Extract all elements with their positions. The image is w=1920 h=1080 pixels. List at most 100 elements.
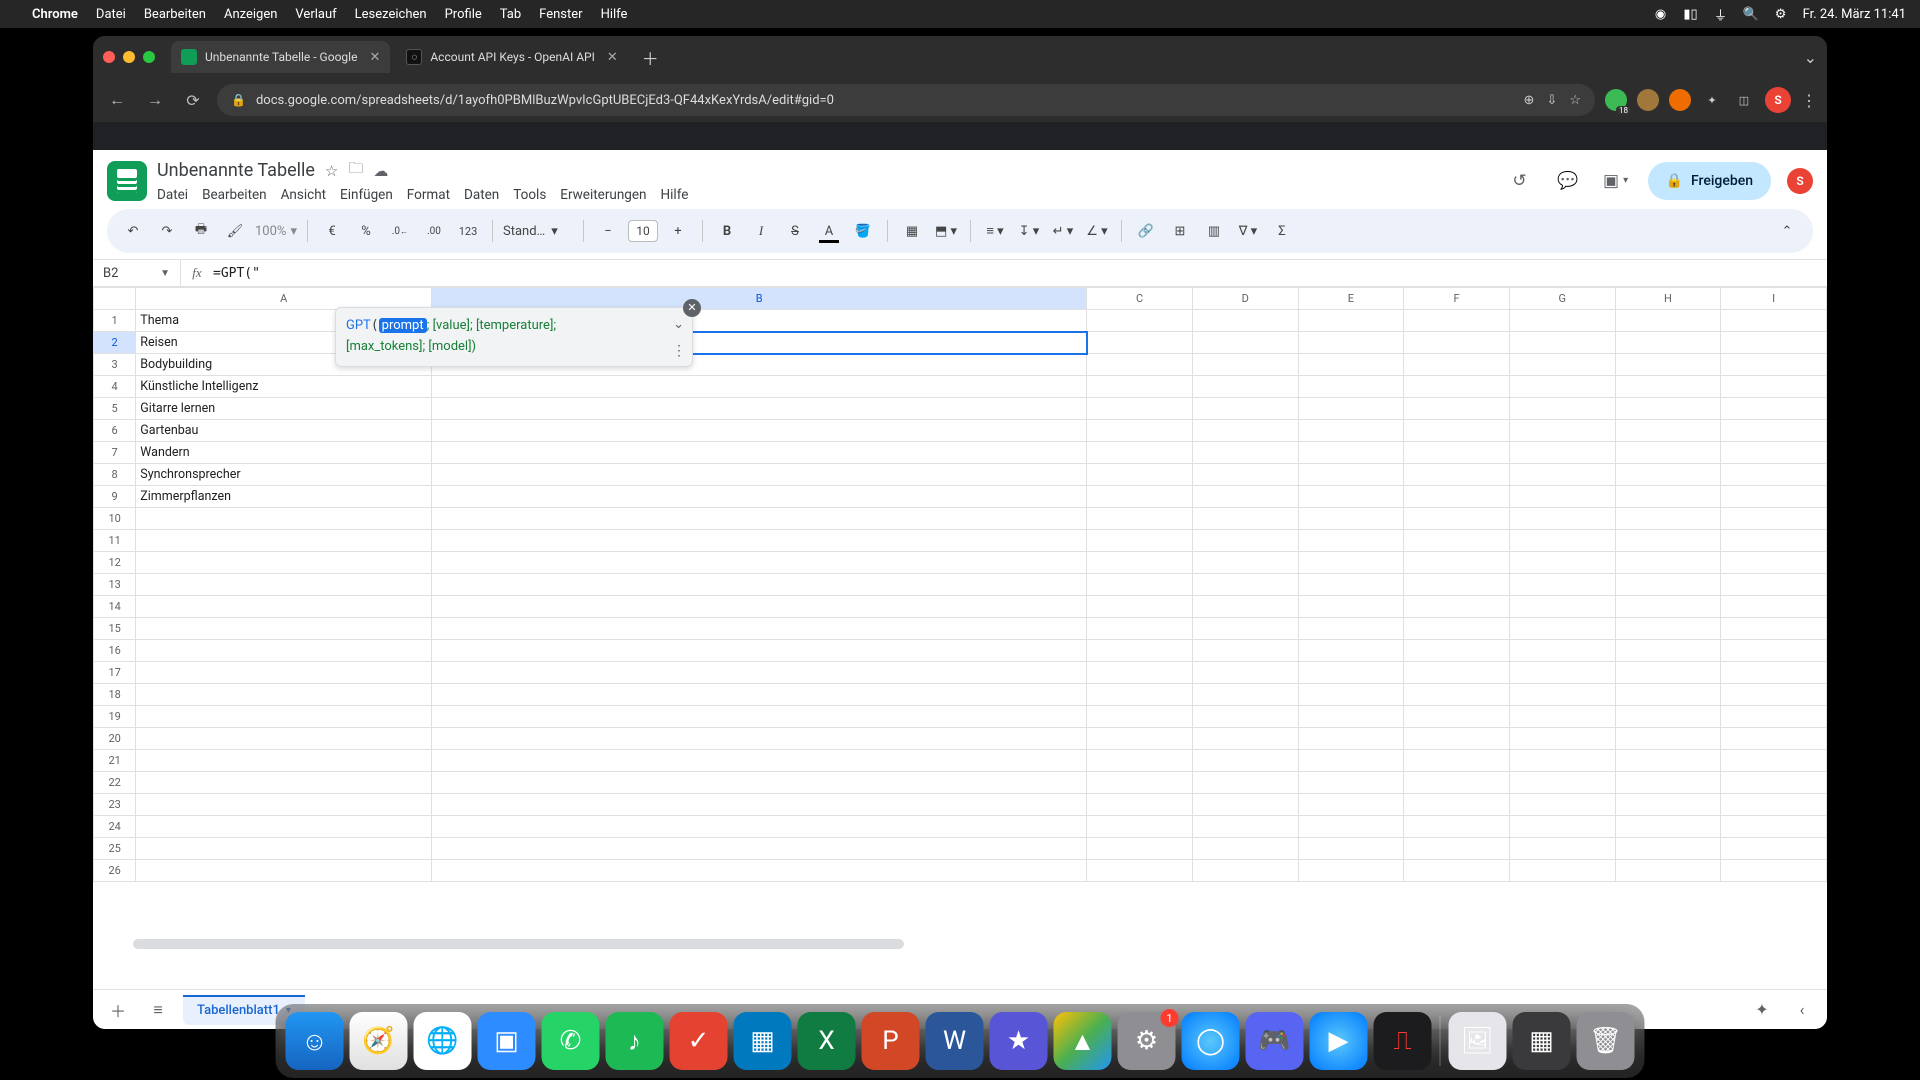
- cell[interactable]: [1615, 552, 1721, 574]
- v-align-icon[interactable]: ↧ ▾: [1015, 217, 1043, 245]
- cell[interactable]: [136, 860, 432, 882]
- row-header[interactable]: 16: [94, 640, 136, 662]
- document-title[interactable]: Unbenannte Tabelle: [157, 160, 315, 181]
- close-window-button[interactable]: [103, 51, 115, 63]
- dock-discord-icon[interactable]: 🎮: [1246, 1012, 1304, 1070]
- cell[interactable]: [432, 772, 1087, 794]
- cell[interactable]: Gartenbau: [136, 420, 432, 442]
- cell[interactable]: [1615, 332, 1721, 354]
- cell[interactable]: Gitarre lernen: [136, 398, 432, 420]
- row-header[interactable]: 9: [94, 486, 136, 508]
- cell[interactable]: [1298, 376, 1404, 398]
- cell[interactable]: [1721, 838, 1827, 860]
- cell[interactable]: [1615, 794, 1721, 816]
- cell[interactable]: [136, 706, 432, 728]
- dock-finder-icon[interactable]: ☺: [286, 1012, 344, 1070]
- sheets-menu-erweiterungen[interactable]: Erweiterungen: [560, 187, 646, 203]
- cell[interactable]: [1298, 728, 1404, 750]
- cell[interactable]: [1192, 750, 1298, 772]
- cell[interactable]: [1615, 398, 1721, 420]
- cell[interactable]: [1192, 332, 1298, 354]
- cell[interactable]: [1404, 464, 1510, 486]
- account-avatar[interactable]: S: [1787, 168, 1813, 194]
- cell[interactable]: [1087, 442, 1193, 464]
- cell[interactable]: [1721, 706, 1827, 728]
- cell[interactable]: [1087, 552, 1193, 574]
- cell[interactable]: [1404, 772, 1510, 794]
- cell[interactable]: [1615, 596, 1721, 618]
- cell[interactable]: [1087, 354, 1193, 376]
- col-header-c[interactable]: C: [1087, 288, 1193, 310]
- row-header[interactable]: 18: [94, 684, 136, 706]
- cell[interactable]: [1298, 310, 1404, 332]
- cell[interactable]: [1509, 354, 1615, 376]
- cell[interactable]: [136, 618, 432, 640]
- menu-bearbeiten[interactable]: Bearbeiten: [144, 7, 206, 22]
- cell[interactable]: [432, 398, 1087, 420]
- name-box[interactable]: B2 ▼: [93, 260, 181, 286]
- row-header[interactable]: 25: [94, 838, 136, 860]
- cell[interactable]: [432, 706, 1087, 728]
- cell[interactable]: [136, 596, 432, 618]
- text-wrap-icon[interactable]: ↵ ▾: [1049, 217, 1077, 245]
- cell[interactable]: [1615, 508, 1721, 530]
- cell[interactable]: [1721, 354, 1827, 376]
- cell[interactable]: [136, 508, 432, 530]
- dock-todoist-icon[interactable]: ✓: [670, 1012, 728, 1070]
- menu-datei[interactable]: Datei: [96, 7, 126, 22]
- cell[interactable]: [1721, 772, 1827, 794]
- row-header[interactable]: 22: [94, 772, 136, 794]
- cell[interactable]: [1404, 794, 1510, 816]
- explore-icon[interactable]: ✦: [1747, 995, 1777, 1025]
- cell[interactable]: [1509, 310, 1615, 332]
- cell[interactable]: [1509, 464, 1615, 486]
- cell[interactable]: [1509, 596, 1615, 618]
- cell[interactable]: [1404, 838, 1510, 860]
- cell[interactable]: [1721, 332, 1827, 354]
- cell[interactable]: [1615, 376, 1721, 398]
- row-header[interactable]: 24: [94, 816, 136, 838]
- meet-button[interactable]: ▣ ▾: [1600, 165, 1632, 197]
- cell[interactable]: [1615, 574, 1721, 596]
- cell[interactable]: [1721, 508, 1827, 530]
- expand-tooltip-icon[interactable]: ⌄: [673, 314, 684, 335]
- move-icon[interactable]: 🗀: [348, 158, 363, 183]
- cell[interactable]: [1404, 574, 1510, 596]
- row-header[interactable]: 12: [94, 552, 136, 574]
- redo-icon[interactable]: ↷: [153, 217, 181, 245]
- cell[interactable]: Künstliche Intelligenz: [136, 376, 432, 398]
- cell[interactable]: [1087, 508, 1193, 530]
- cell[interactable]: [1721, 816, 1827, 838]
- extensions-menu-icon[interactable]: ✦: [1701, 89, 1723, 111]
- sheets-menu-bearbeiten[interactable]: Bearbeiten: [202, 187, 267, 203]
- link-icon[interactable]: 🔗: [1132, 217, 1160, 245]
- insert-chart-icon[interactable]: ▥: [1200, 217, 1228, 245]
- sheets-logo-icon[interactable]: [107, 161, 147, 201]
- sheets-menu-tools[interactable]: Tools: [513, 187, 546, 203]
- cell[interactable]: Zimmerpflanzen: [136, 486, 432, 508]
- cell[interactable]: [1298, 464, 1404, 486]
- extension-2-icon[interactable]: [1637, 89, 1659, 111]
- cell[interactable]: [1721, 596, 1827, 618]
- cell[interactable]: [1509, 332, 1615, 354]
- cell[interactable]: [1721, 530, 1827, 552]
- close-tab-icon[interactable]: ✕: [607, 50, 618, 65]
- col-header-i[interactable]: I: [1721, 288, 1827, 310]
- cell[interactable]: [432, 420, 1087, 442]
- cell[interactable]: [1509, 420, 1615, 442]
- h-align-icon[interactable]: ≡ ▾: [981, 217, 1009, 245]
- cell[interactable]: [1509, 486, 1615, 508]
- dock-spotify-icon[interactable]: ♪: [606, 1012, 664, 1070]
- decrease-font-icon[interactable]: −: [594, 217, 622, 245]
- menu-tab[interactable]: Tab: [500, 7, 521, 22]
- cell[interactable]: [1087, 464, 1193, 486]
- cell[interactable]: [1298, 706, 1404, 728]
- cell[interactable]: [1298, 794, 1404, 816]
- cell[interactable]: [1509, 530, 1615, 552]
- cell[interactable]: [1615, 706, 1721, 728]
- row-header[interactable]: 15: [94, 618, 136, 640]
- cell[interactable]: [432, 552, 1087, 574]
- cell[interactable]: [1509, 640, 1615, 662]
- cell[interactable]: [1087, 398, 1193, 420]
- cell[interactable]: [1615, 860, 1721, 882]
